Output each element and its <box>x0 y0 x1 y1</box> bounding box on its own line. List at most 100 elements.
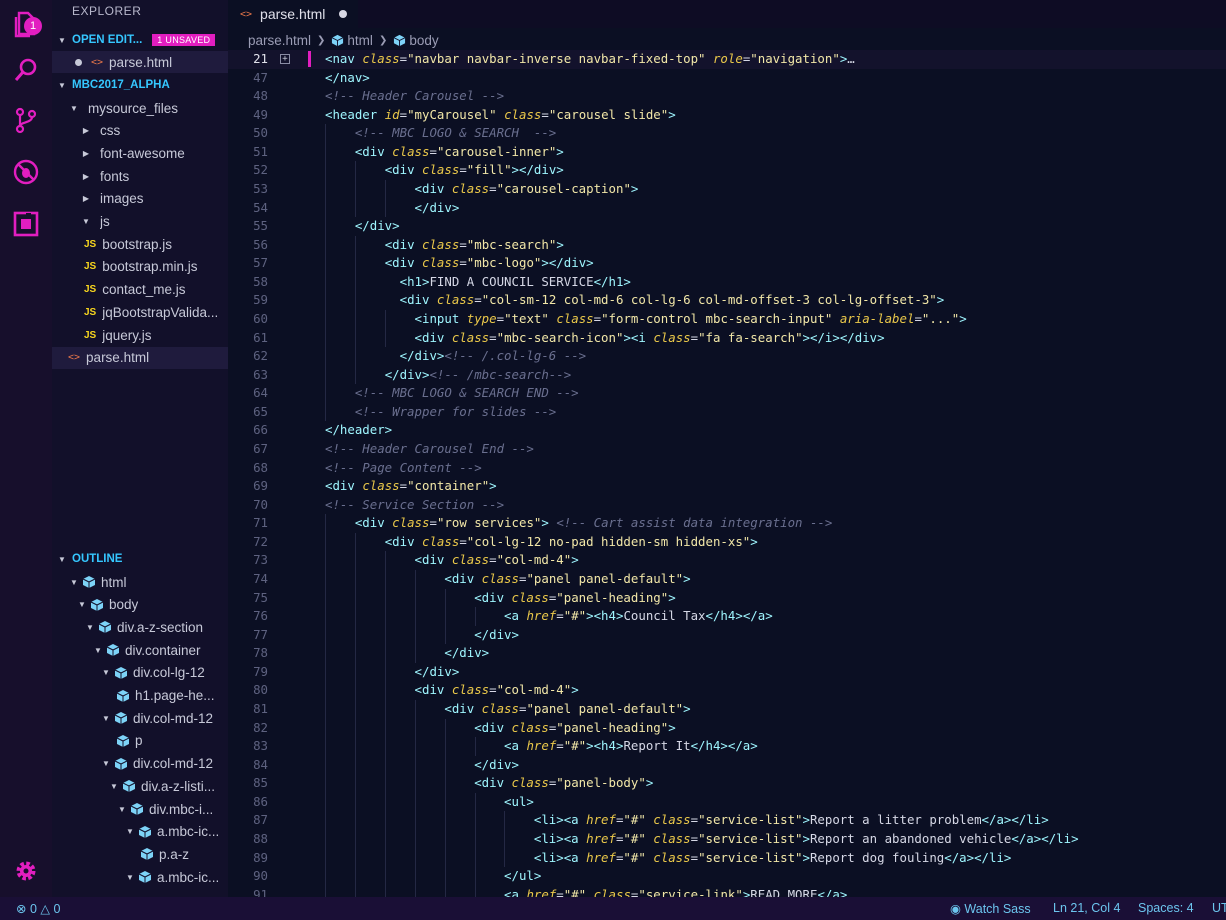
code-line[interactable]: 57 <div class="mbc-logo"></div> <box>228 254 1226 273</box>
code-line[interactable]: 85 <div class="panel-body"> <box>228 774 1226 793</box>
code-line[interactable]: 78 </div> <box>228 644 1226 663</box>
breadcrumb-body[interactable]: body <box>409 33 438 48</box>
tree-item[interactable]: JS bootstrap.js <box>52 233 228 255</box>
cursor-position[interactable]: Ln 21, Col 4 <box>1053 901 1120 915</box>
code-line[interactable]: 56 <div class="mbc-search"> <box>228 235 1226 255</box>
tree-item[interactable]: JS jquery.js <box>52 324 228 346</box>
indentation[interactable]: Spaces: 4 <box>1138 901 1194 915</box>
outline-item[interactable]: ▼ a.mbc-ic... <box>52 866 228 888</box>
source-control-icon[interactable] <box>10 104 42 136</box>
tree-item[interactable]: JS jqBootstrapValida... <box>52 301 228 323</box>
code-line[interactable]: 81 <div class="panel panel-default"> <box>228 699 1226 719</box>
outline-item[interactable]: ▼ body <box>52 594 228 616</box>
encoding[interactable]: UT <box>1212 901 1226 915</box>
problems-indicator[interactable]: ⊗ 0 △ 0 <box>16 901 60 916</box>
code-line[interactable]: 76 <a href="#"><h4>Council Tax</h4></a> <box>228 607 1226 626</box>
tree-item[interactable]: JS bootstrap.min.js <box>52 256 228 278</box>
tree-item[interactable]: ▼ mysource_files <box>52 97 228 119</box>
code-line[interactable]: 53 <div class="carousel-caption"> <box>228 179 1226 199</box>
code-line[interactable]: 21 + <nav class="navbar navbar-inverse nav… <box>228 50 1226 69</box>
tree-item[interactable]: <> parse.html <box>52 346 228 369</box>
code-line[interactable]: 50 <!-- MBC LOGO & SEARCH --> <box>228 124 1226 143</box>
tree-item[interactable]: JS contact_me.js <box>52 279 228 301</box>
code-line[interactable]: 58 <h1>FIND A COUNCIL SERVICE</h1> <box>228 272 1226 292</box>
outline-item[interactable]: ▼ html <box>52 571 228 593</box>
code-line[interactable]: 80 <div class="col-md-4"> <box>228 681 1226 700</box>
code-line[interactable]: 86 <ul> <box>228 792 1226 812</box>
tree-item[interactable]: ▼ js <box>52 211 228 233</box>
unsaved-dot-icon[interactable] <box>75 58 82 66</box>
code-line[interactable]: 87 <li><a href="#" class="service-list">… <box>228 811 1226 830</box>
unsaved-dot-icon[interactable] <box>339 10 348 18</box>
code-line[interactable]: 71 <div class="row services"> <!-- Cart … <box>228 514 1226 533</box>
tree-item[interactable]: ▶ css <box>52 120 228 142</box>
outline-item[interactable]: ▼ div.a-z-listi... <box>52 775 228 797</box>
code-line[interactable]: 72 <div class="col-lg-12 no-pad hidden-s… <box>228 532 1226 552</box>
open-editor-label: parse.html <box>109 54 173 70</box>
code-line[interactable]: 75 <div class="panel-heading"> <box>228 588 1226 608</box>
code-line[interactable]: 69 <div class="container"> <box>228 477 1226 496</box>
gear-icon[interactable] <box>10 855 42 887</box>
code-line[interactable]: 74 <div class="panel panel-default"> <box>228 569 1226 589</box>
code-line[interactable]: 82 <div class="panel-heading"> <box>228 718 1226 738</box>
watch-sass-button[interactable]: ◉ Watch Sass <box>950 901 1031 916</box>
outline-item[interactable]: p.a-z <box>52 843 228 865</box>
code-line[interactable]: 63 </div><!-- /mbc-search--> <box>228 365 1226 385</box>
outline-item[interactable]: ▼ div.col-md-12 <box>52 753 228 775</box>
tree-item[interactable]: ▶ font-awesome <box>52 142 228 164</box>
tab-parse-html[interactable]: <> parse.html <box>228 0 358 28</box>
outline-item-label: div.a-z-listi... <box>141 778 216 794</box>
code-line[interactable]: 60 <input type="text" class="form-contro… <box>228 309 1226 329</box>
outline-item[interactable]: ▼ div.mbc-i... <box>52 798 228 820</box>
code-line[interactable]: 52 <div class="fill"></div> <box>228 161 1226 180</box>
outline-item[interactable]: h1.page-he... <box>52 685 228 707</box>
breadcrumb-html[interactable]: html <box>347 33 373 48</box>
line-number: 59 <box>253 292 268 308</box>
outline-item[interactable]: ▼ div.container <box>52 639 228 661</box>
tree-item[interactable]: ▶ fonts <box>52 165 228 187</box>
code-line[interactable]: 83 <a href="#"><h4>Report It</h4></a> <box>228 737 1226 756</box>
chevron-right-icon: ❯ <box>378 34 388 46</box>
open-editors-header[interactable]: ▼ OPEN EDIT... 1 UNSAVED <box>52 30 216 50</box>
code-line[interactable]: 47 </nav> <box>228 69 1226 88</box>
line-number: 54 <box>253 199 268 215</box>
code-line[interactable]: 48 <!-- Header Carousel --> <box>228 87 1226 106</box>
workspace-header[interactable]: ▼ MBC2017_ALPHA <box>52 75 170 95</box>
outline-item[interactable]: ▼ div.col-md-12 <box>52 707 228 729</box>
code-line[interactable]: 68 <!-- Page Content --> <box>228 459 1226 478</box>
code-line[interactable]: 54 </div> <box>228 198 1226 218</box>
code-line[interactable]: 55 </div> <box>228 217 1226 236</box>
code-line[interactable]: 77 </div> <box>228 625 1226 645</box>
code-line[interactable]: 73 <div class="col-md-4"> <box>228 551 1226 570</box>
code-line[interactable]: 66 </header> <box>228 421 1226 440</box>
code-line[interactable]: 59 <div class="col-sm-12 col-md-6 col-lg… <box>228 291 1226 310</box>
code-line[interactable]: 65 <!-- Wrapper for slides --> <box>228 402 1226 422</box>
code-line[interactable]: 67 <!-- Header Carousel End --> <box>228 440 1226 459</box>
code-line[interactable]: 84 </div> <box>228 755 1226 775</box>
code-line[interactable]: 89 <li><a href="#" class="service-list">… <box>228 848 1226 868</box>
code-line[interactable]: 49 <header id="myCarousel" class="carouse… <box>228 106 1226 125</box>
expand-fold-icon[interactable]: + <box>280 54 290 64</box>
code-line[interactable]: 70 <!-- Service Section --> <box>228 496 1226 515</box>
debug-icon[interactable] <box>10 156 42 188</box>
code-line[interactable]: 91 <a href="#" class="service-link">READ… <box>228 885 1226 897</box>
extensions-icon[interactable] <box>10 208 42 240</box>
code-line[interactable]: 62 </div><!-- /.col-lg-6 --> <box>228 347 1226 366</box>
tree-item[interactable]: ▶ images <box>52 188 228 210</box>
code-editor[interactable]: 21 + <nav class="navbar navbar-inverse nav… <box>228 50 1226 897</box>
outline-item[interactable]: ▼ a.mbc-ic... <box>52 821 228 843</box>
code-line[interactable]: 88 <li><a href="#" class="service-list">… <box>228 829 1226 849</box>
outline-item[interactable]: ▼ div.col-lg-12 <box>52 662 228 684</box>
chevron-down-icon: ▼ <box>58 80 66 90</box>
breadcrumb-file[interactable]: parse.html <box>248 33 311 48</box>
code-line[interactable]: 90 </ul> <box>228 867 1226 886</box>
outline-item[interactable]: p <box>52 730 228 752</box>
search-icon[interactable] <box>10 54 42 86</box>
outline-header[interactable]: ▼ OUTLINE <box>52 549 122 569</box>
code-line[interactable]: 79 </div> <box>228 662 1226 682</box>
code-line[interactable]: 61 <div class="mbc-search-icon"><i class… <box>228 328 1226 348</box>
outline-item[interactable]: ▼ div.a-z-section <box>52 616 228 638</box>
open-editor-item[interactable]: <> parse.html <box>52 51 228 73</box>
code-line[interactable]: 64 <!-- MBC LOGO & SEARCH END --> <box>228 384 1226 403</box>
code-line[interactable]: 51 <div class="carousel-inner"> <box>228 142 1226 162</box>
